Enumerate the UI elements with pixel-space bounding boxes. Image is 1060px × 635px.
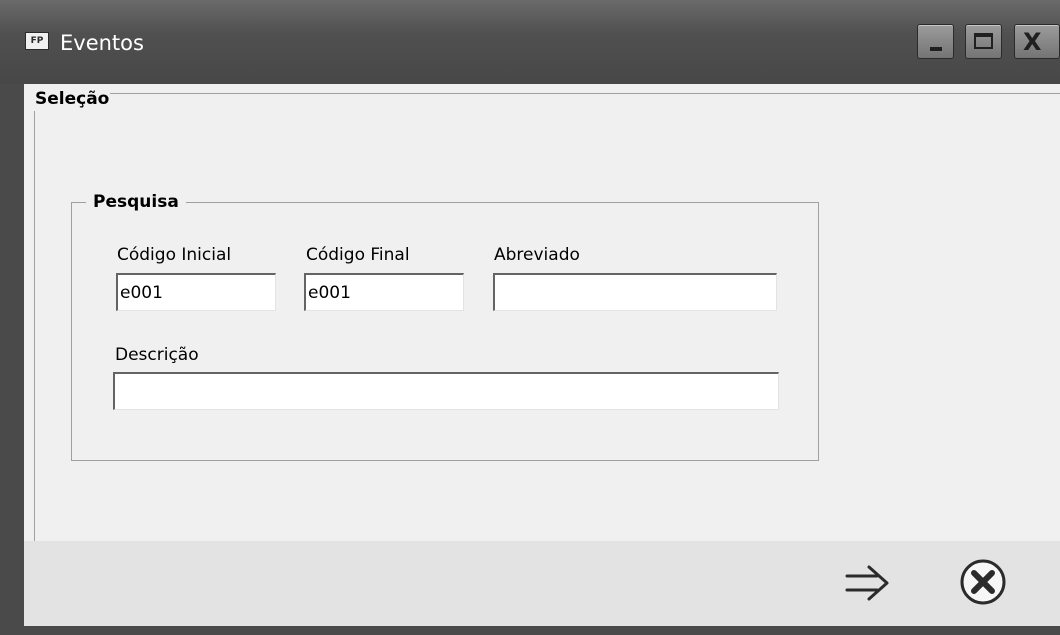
footer-bar <box>24 541 1060 626</box>
abreviado-label: Abreviado <box>494 245 580 265</box>
fp-app-icon[interactable]: FP <box>25 32 49 50</box>
close-button[interactable]: X <box>1014 24 1060 59</box>
window-title: Eventos <box>60 31 144 55</box>
selecao-legend: Seleção <box>34 87 111 111</box>
close-icon: X <box>1023 28 1042 56</box>
confirm-button[interactable] <box>843 563 893 603</box>
eventos-window: FP Eventos X Seleção Pesquisa Código Ini… <box>0 0 1060 635</box>
descricao-label: Descrição <box>115 345 199 365</box>
title-bar[interactable]: FP Eventos X <box>0 0 1060 84</box>
codigo-inicial-input[interactable] <box>116 273 276 311</box>
pesquisa-legend: Pesquisa <box>86 190 186 214</box>
arrow-right-icon <box>845 565 889 601</box>
codigo-inicial-label: Código Inicial <box>117 245 232 265</box>
minimize-icon <box>930 47 942 51</box>
descricao-input[interactable] <box>113 372 779 410</box>
minimize-button[interactable] <box>917 24 954 59</box>
codigo-final-input[interactable] <box>304 273 464 311</box>
codigo-final-label: Código Final <box>306 245 410 265</box>
maximize-icon <box>974 33 993 49</box>
maximize-button[interactable] <box>965 24 1002 59</box>
cancel-button[interactable] <box>958 558 1008 606</box>
pesquisa-group <box>71 202 819 461</box>
window-bottom-border <box>0 626 1060 635</box>
cancel-circle-icon <box>960 559 1006 605</box>
abreviado-input[interactable] <box>493 273 777 311</box>
